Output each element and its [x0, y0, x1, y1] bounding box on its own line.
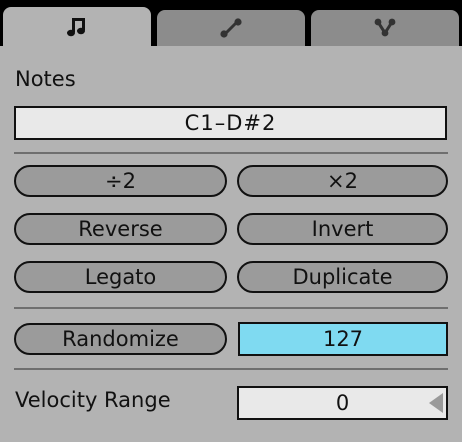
- velocity-range-label: Velocity Range: [15, 388, 171, 412]
- multiply-by-two-button[interactable]: ×2: [237, 165, 448, 197]
- line-segment-icon: [220, 18, 242, 38]
- velocity-range-value: 0: [335, 391, 350, 415]
- music-note-icon: [67, 17, 85, 36]
- note-range-field[interactable]: C1–D#2: [14, 106, 447, 140]
- randomize-button[interactable]: Randomize: [14, 323, 227, 355]
- invert-button[interactable]: Invert: [237, 213, 448, 245]
- tab-notes[interactable]: [3, 7, 151, 46]
- section-title: Notes: [15, 67, 76, 91]
- branch-icon: [374, 18, 396, 37]
- divider: [14, 152, 448, 154]
- divider: [14, 368, 448, 370]
- left-triangle-icon: [429, 393, 443, 413]
- randomize-amount-field[interactable]: 127: [238, 322, 448, 356]
- tab-envelopes[interactable]: [157, 10, 305, 46]
- divide-by-two-button[interactable]: ÷2: [14, 165, 227, 197]
- duplicate-button[interactable]: Duplicate: [237, 261, 448, 293]
- velocity-range-field[interactable]: 0: [237, 386, 448, 420]
- clip-notes-panel: Notes C1–D#2 ÷2 ×2 Reverse Invert Legato…: [0, 0, 462, 442]
- reverse-button[interactable]: Reverse: [14, 213, 227, 245]
- tab-transform[interactable]: [311, 10, 459, 46]
- legato-button[interactable]: Legato: [14, 261, 227, 293]
- divider: [14, 307, 448, 309]
